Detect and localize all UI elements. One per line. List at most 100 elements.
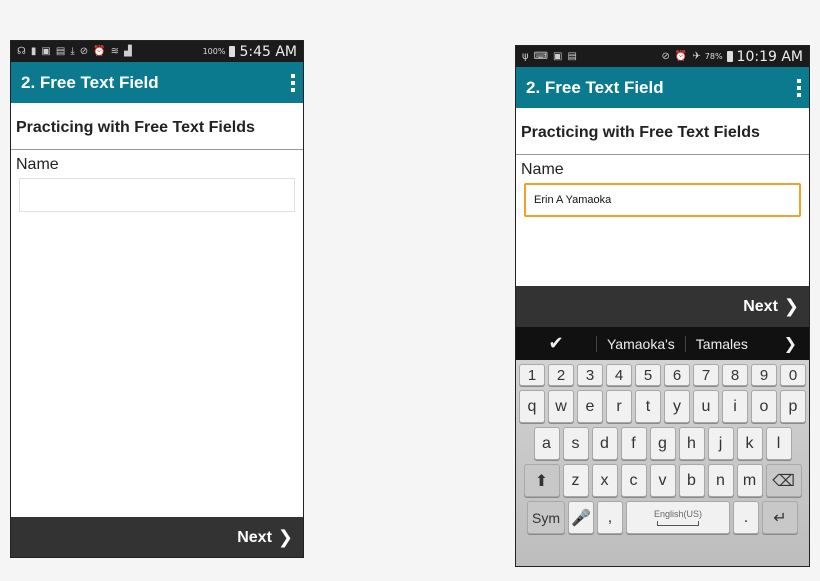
space-label: English(US) bbox=[653, 509, 702, 519]
key-r[interactable]: r bbox=[606, 390, 632, 423]
battery-percent: 100% bbox=[202, 47, 226, 56]
key-e[interactable]: e bbox=[577, 390, 603, 423]
battery-percent: 78% bbox=[704, 52, 723, 61]
key-s[interactable]: s bbox=[562, 427, 589, 460]
alarm-icon: ⏰ bbox=[674, 51, 688, 62]
next-button[interactable]: Next ❯ bbox=[516, 286, 809, 327]
key-k[interactable]: k bbox=[736, 427, 763, 460]
key-f[interactable]: f bbox=[620, 427, 647, 460]
name-input[interactable] bbox=[19, 178, 295, 212]
status-icons: ☊ ▮ ▣ ▤ ⤓ ⊘ ⏰ ≋ ▟ bbox=[17, 46, 132, 57]
section-title: Practicing with Free Text Fields bbox=[11, 103, 303, 150]
status-right: ⊘ ⏰ ✈ 78% 10:19 AM bbox=[662, 49, 803, 65]
suggestion-2[interactable]: Tamales bbox=[684, 335, 758, 352]
key-t[interactable]: t bbox=[635, 390, 661, 423]
app-title: 2. Free Text Field bbox=[21, 72, 159, 92]
key-y[interactable]: y bbox=[664, 390, 690, 423]
key-x[interactable]: x bbox=[591, 464, 618, 497]
key-u[interactable]: u bbox=[693, 390, 719, 423]
key-0[interactable]: 0 bbox=[780, 364, 806, 386]
key-w[interactable]: w bbox=[548, 390, 574, 423]
status-icons-right: ⊘ ⏰ ✈ bbox=[662, 51, 701, 62]
phone-screen-empty: ☊ ▮ ▣ ▤ ⤓ ⊘ ⏰ ≋ ▟ 100% 5:45 AM 2. Free T… bbox=[10, 40, 304, 558]
accept-check-icon[interactable]: ✔ bbox=[516, 333, 596, 354]
alarm-icon: ⏰ bbox=[93, 46, 106, 57]
key-5[interactable]: 5 bbox=[635, 364, 661, 386]
key-7[interactable]: 7 bbox=[693, 364, 719, 386]
key-o[interactable]: o bbox=[751, 390, 777, 423]
sim-icon: ▣ bbox=[41, 46, 51, 57]
headset-icon: ☊ bbox=[17, 46, 26, 57]
download-icon: ⤓ bbox=[70, 46, 75, 57]
mute-icon: ⊘ bbox=[661, 51, 670, 62]
key-h[interactable]: h bbox=[678, 427, 705, 460]
usb-icon: ψ bbox=[522, 51, 529, 62]
key-period[interactable]: . bbox=[733, 501, 759, 534]
keyboard-icon: ⌨ bbox=[533, 51, 549, 62]
number-row: 1 2 3 4 5 6 7 8 9 0 bbox=[519, 364, 806, 386]
more-suggestions-icon[interactable]: ❯ bbox=[784, 334, 809, 354]
status-bar: ☊ ▮ ▣ ▤ ⤓ ⊘ ⏰ ≋ ▟ 100% 5:45 AM bbox=[11, 41, 303, 62]
key-n[interactable]: n bbox=[707, 464, 734, 497]
letter-row-2: a s d f g h j k l bbox=[519, 427, 806, 460]
phone-screen-typing: ψ ⌨ ▣ ▤ ⊘ ⏰ ✈ 78% 10:19 AM 2. Free Text … bbox=[515, 45, 810, 567]
key-3[interactable]: 3 bbox=[577, 364, 603, 386]
overflow-menu-icon[interactable] bbox=[797, 78, 801, 97]
key-9[interactable]: 9 bbox=[751, 364, 777, 386]
key-z[interactable]: z bbox=[562, 464, 589, 497]
key-v[interactable]: v bbox=[649, 464, 676, 497]
key-d[interactable]: d bbox=[591, 427, 618, 460]
app-bar: 2. Free Text Field bbox=[516, 67, 809, 108]
key-b[interactable]: b bbox=[678, 464, 705, 497]
key-j[interactable]: j bbox=[707, 427, 734, 460]
next-button[interactable]: Next ❯ bbox=[11, 517, 303, 557]
key-1[interactable]: 1 bbox=[519, 364, 545, 386]
enter-icon[interactable]: ↵ bbox=[762, 501, 798, 534]
key-g[interactable]: g bbox=[649, 427, 676, 460]
name-label: Name bbox=[16, 156, 59, 173]
backspace-icon[interactable]: ⌫ bbox=[765, 464, 802, 497]
name-input[interactable] bbox=[524, 183, 801, 217]
keyboard: 1 2 3 4 5 6 7 8 9 0 q w e r t y u i o p … bbox=[516, 360, 809, 566]
next-label: Next bbox=[237, 528, 272, 546]
app-bar: 2. Free Text Field bbox=[11, 62, 303, 103]
chevron-right-icon: ❯ bbox=[783, 296, 799, 316]
space-bar-icon bbox=[657, 521, 699, 526]
key-m[interactable]: m bbox=[736, 464, 763, 497]
suggestion-1[interactable]: Yamaoka's bbox=[596, 335, 685, 352]
key-l[interactable]: l bbox=[765, 427, 792, 460]
microphone-icon[interactable]: 🎤 bbox=[568, 501, 594, 534]
wifi-icon: ≋ bbox=[110, 46, 119, 57]
clock: 5:45 AM bbox=[239, 43, 297, 60]
key-p[interactable]: p bbox=[780, 390, 806, 423]
key-q[interactable]: q bbox=[519, 390, 545, 423]
image-icon: ▤ bbox=[55, 46, 66, 57]
overflow-menu-icon[interactable] bbox=[291, 73, 295, 92]
key-c[interactable]: c bbox=[620, 464, 647, 497]
status-right: 100% 5:45 AM bbox=[203, 44, 297, 60]
key-8[interactable]: 8 bbox=[722, 364, 748, 386]
key-a[interactable]: a bbox=[533, 427, 560, 460]
airplane-icon: ✈ bbox=[692, 51, 701, 62]
clock: 10:19 AM bbox=[736, 48, 803, 65]
signal-icon: ▟ bbox=[123, 46, 132, 57]
key-4[interactable]: 4 bbox=[606, 364, 632, 386]
image-icon: ▤ bbox=[567, 51, 577, 62]
key-2[interactable]: 2 bbox=[548, 364, 574, 386]
app-title: 2. Free Text Field bbox=[526, 77, 664, 97]
next-label: Next bbox=[743, 297, 778, 315]
bottom-row: Sym 🎤 , English(US) . ↵ bbox=[519, 501, 806, 534]
chevron-right-icon: ❯ bbox=[277, 527, 293, 547]
battery-icon bbox=[726, 51, 733, 62]
key-i[interactable]: i bbox=[722, 390, 748, 423]
suggestion-bar: ✔ Yamaoka's Tamales ❯ bbox=[516, 327, 809, 360]
letter-row-1: q w e r t y u i o p bbox=[519, 390, 806, 423]
letter-row-3: ⬆ z x c v b n m ⌫ bbox=[519, 464, 806, 497]
sym-key[interactable]: Sym bbox=[527, 501, 565, 534]
key-6[interactable]: 6 bbox=[664, 364, 690, 386]
space-key[interactable]: English(US) bbox=[626, 501, 730, 534]
key-comma[interactable]: , bbox=[597, 501, 623, 534]
mute-icon: ⊘ bbox=[79, 46, 89, 57]
shift-icon[interactable]: ⬆ bbox=[523, 464, 560, 497]
name-label: Name bbox=[521, 161, 564, 178]
